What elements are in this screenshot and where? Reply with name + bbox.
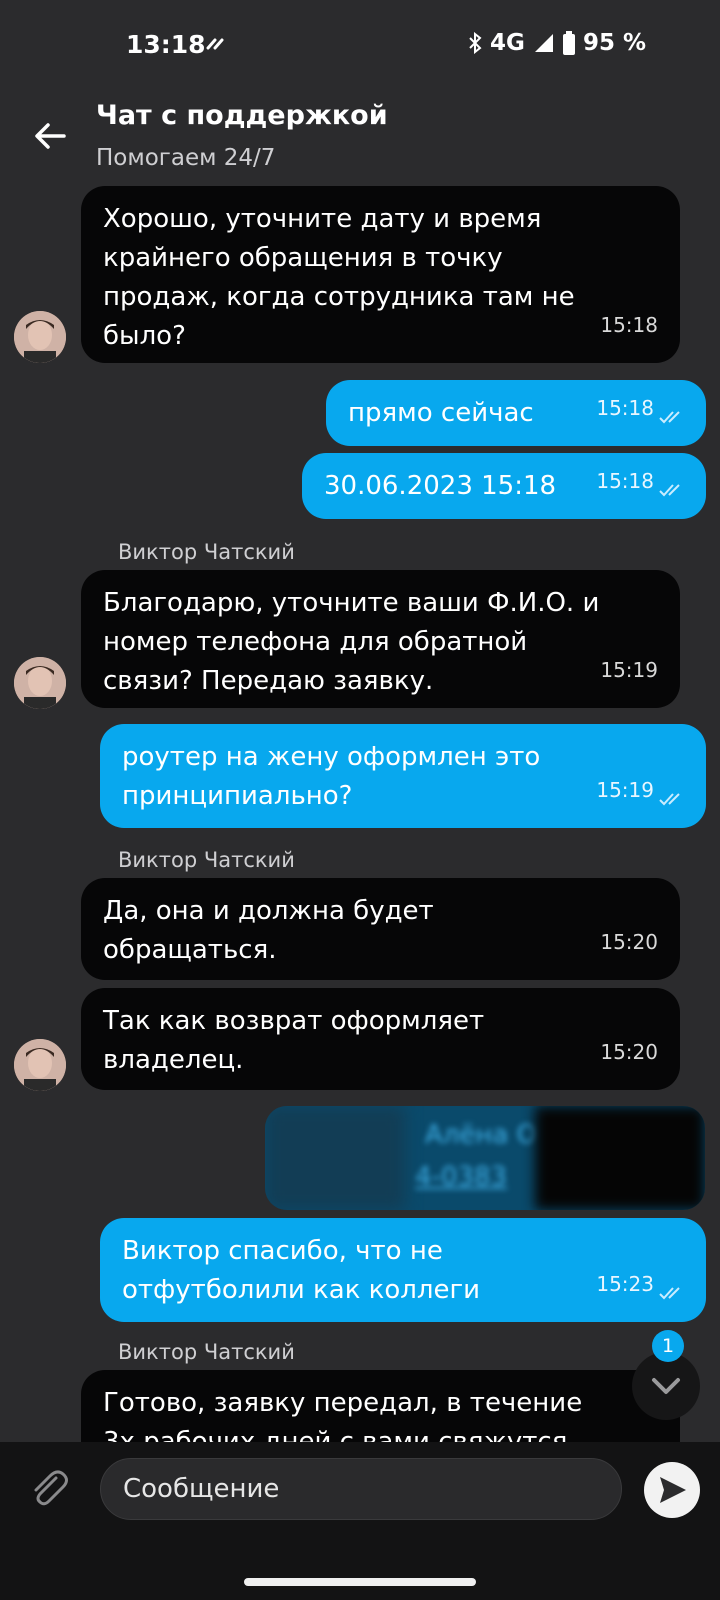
read-ticks-icon <box>659 411 680 424</box>
message-text: Да, она и должна будет обращаться. <box>103 896 434 965</box>
avatar[interactable] <box>14 657 66 709</box>
message-input[interactable]: Сообщение <box>100 1458 622 1520</box>
message-time: 15:18 <box>596 469 654 493</box>
outgoing-message[interactable]: прямо сейчас 15:18 <box>326 380 706 446</box>
send-icon <box>660 1477 686 1503</box>
avatar[interactable] <box>14 311 66 363</box>
chat-subtitle: Помогаем 24/7 <box>96 145 276 171</box>
message-time: 15:23 <box>596 1272 654 1296</box>
incoming-message[interactable]: Хорошо, уточните дату и время крайнего о… <box>81 186 680 363</box>
battery-icon <box>562 31 575 55</box>
home-indicator[interactable] <box>244 1578 476 1586</box>
send-button[interactable] <box>644 1462 700 1518</box>
outgoing-message[interactable]: Виктор спасибо, что не отфутболили как к… <box>100 1218 706 1322</box>
incoming-message[interactable]: Благодарю, уточните ваши Ф.И.О. и номер … <box>81 570 680 708</box>
incoming-message[interactable]: Да, она и должна будет обращаться. 15:20 <box>81 878 680 980</box>
sender-name: Виктор Чатский <box>118 540 295 564</box>
message-time: 15:18 <box>600 313 658 337</box>
message-text: Благодарю, уточните ваши Ф.И.О. и номер … <box>103 588 600 696</box>
bluetooth-icon <box>469 32 482 54</box>
message-time: 15:19 <box>600 658 658 682</box>
chevron-down-icon <box>652 1378 680 1394</box>
signal-icon <box>534 34 553 52</box>
chat-title: Чат с поддержкой <box>96 100 388 131</box>
outgoing-message[interactable]: 30.06.2023 15:18 15:18 <box>302 453 706 519</box>
incoming-message[interactable]: Так как возврат оформляет владелец. 15:2… <box>81 988 680 1090</box>
read-ticks-icon <box>659 793 680 806</box>
sender-name: Виктор Чатский <box>118 1340 295 1364</box>
scroll-down-button[interactable] <box>632 1352 700 1420</box>
redacted-line-1: Алёна О <box>425 1120 538 1150</box>
message-text: Так как возврат оформляет владелец. <box>103 1006 485 1075</box>
paperclip-icon[interactable] <box>26 1466 72 1512</box>
status-time: 13:18 <box>126 30 206 59</box>
sender-name: Виктор Чатский <box>118 848 295 872</box>
redacted-message: Алёна О 4-0383 <box>265 1106 705 1210</box>
outgoing-message[interactable]: роутер на жену оформлен это принципиальн… <box>100 724 706 828</box>
network-type: 4G <box>490 30 525 56</box>
message-time: 15:20 <box>600 1040 658 1064</box>
message-time: 15:18 <box>596 396 654 420</box>
redacted-line-2: 4-0383 <box>415 1162 508 1192</box>
message-time: 15:20 <box>600 930 658 954</box>
back-arrow-icon[interactable] <box>30 116 70 156</box>
data-saver-icon <box>206 38 224 50</box>
read-ticks-icon <box>659 1287 680 1300</box>
message-text: Хорошо, уточните дату и время крайнего о… <box>103 204 575 351</box>
message-time: 15:19 <box>596 778 654 802</box>
read-ticks-icon <box>659 484 680 497</box>
avatar[interactable] <box>14 1039 66 1091</box>
battery-level: 95 % <box>582 30 646 56</box>
status-icons: 4G 95 % <box>468 30 646 56</box>
unread-badge: 1 <box>652 1330 684 1362</box>
